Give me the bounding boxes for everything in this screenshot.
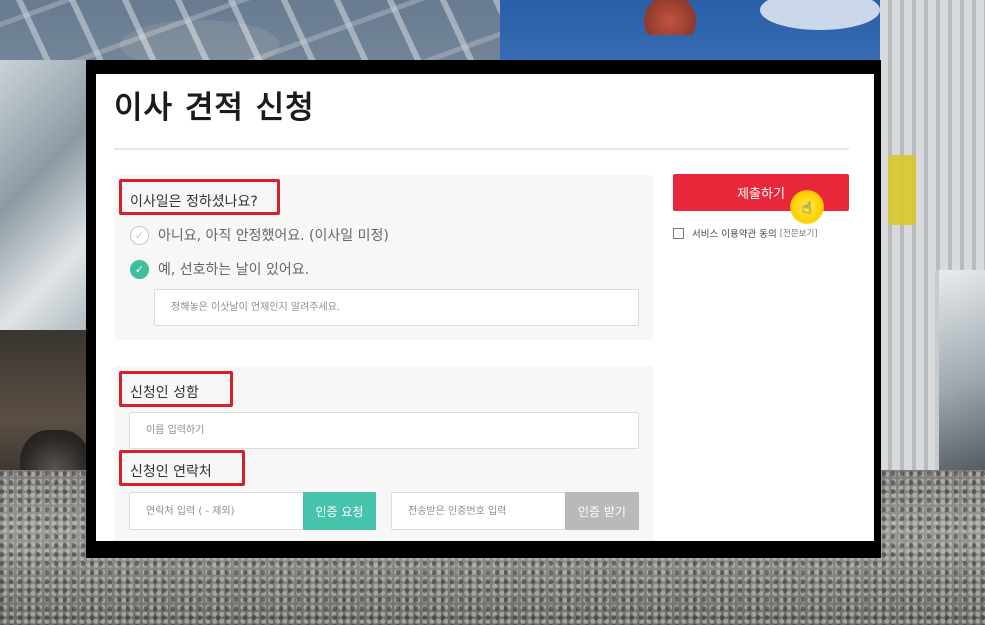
quote-form-panel: 이사 견적 신청 이사일은 정하셨나요? ✓ 아니요, 아직 안정했어요. (이… bbox=[96, 74, 874, 541]
highlight-box bbox=[119, 371, 233, 407]
glass-panel bbox=[0, 60, 95, 350]
option-label: 예, 선호하는 날이 있어요. bbox=[158, 262, 310, 278]
move-date-section: 이사일은 정하셨나요? ✓ 아니요, 아직 안정했어요. (이사일 미정) ✓ … bbox=[114, 175, 654, 340]
check-icon: ✓ bbox=[130, 259, 149, 279]
check-icon: ✓ bbox=[130, 225, 149, 245]
option-undecided[interactable]: ✓ 아니요, 아직 안정했어요. (이사일 미정) bbox=[130, 225, 389, 245]
view-terms-link[interactable]: [전문보기] bbox=[780, 227, 818, 239]
applicant-name-input[interactable] bbox=[129, 412, 639, 449]
terms-checkbox[interactable] bbox=[673, 227, 684, 239]
shipping-container bbox=[880, 0, 985, 500]
sticker bbox=[888, 155, 916, 225]
option-preferred-date[interactable]: ✓ 예, 선호하는 날이 있어요. bbox=[130, 259, 309, 279]
move-date-input[interactable] bbox=[154, 289, 639, 326]
page-title: 이사 견적 신청 bbox=[114, 90, 315, 126]
phone-input[interactable] bbox=[129, 492, 304, 530]
verification-code-input[interactable] bbox=[391, 492, 566, 530]
applicant-section: 신청인 성함 신청인 연락처 인증 요청 인증 받기 bbox=[114, 366, 654, 541]
title-divider bbox=[114, 148, 849, 150]
pointer-cursor-icon: ☝ bbox=[802, 198, 812, 217]
terms-label: 서비스 이용약관 동의 bbox=[692, 229, 777, 240]
glass-panel bbox=[935, 270, 985, 500]
terms-agreement[interactable]: 서비스 이용약관 동의 [전문보기] bbox=[673, 226, 818, 240]
highlight-box bbox=[119, 450, 245, 486]
highlight-box bbox=[119, 179, 280, 215]
worker bbox=[640, 0, 700, 35]
request-code-button[interactable]: 인증 요청 bbox=[303, 492, 376, 530]
option-label: 아니요, 아직 안정했어요. (이사일 미정) bbox=[158, 228, 389, 244]
receive-code-button[interactable]: 인증 받기 bbox=[565, 492, 639, 530]
